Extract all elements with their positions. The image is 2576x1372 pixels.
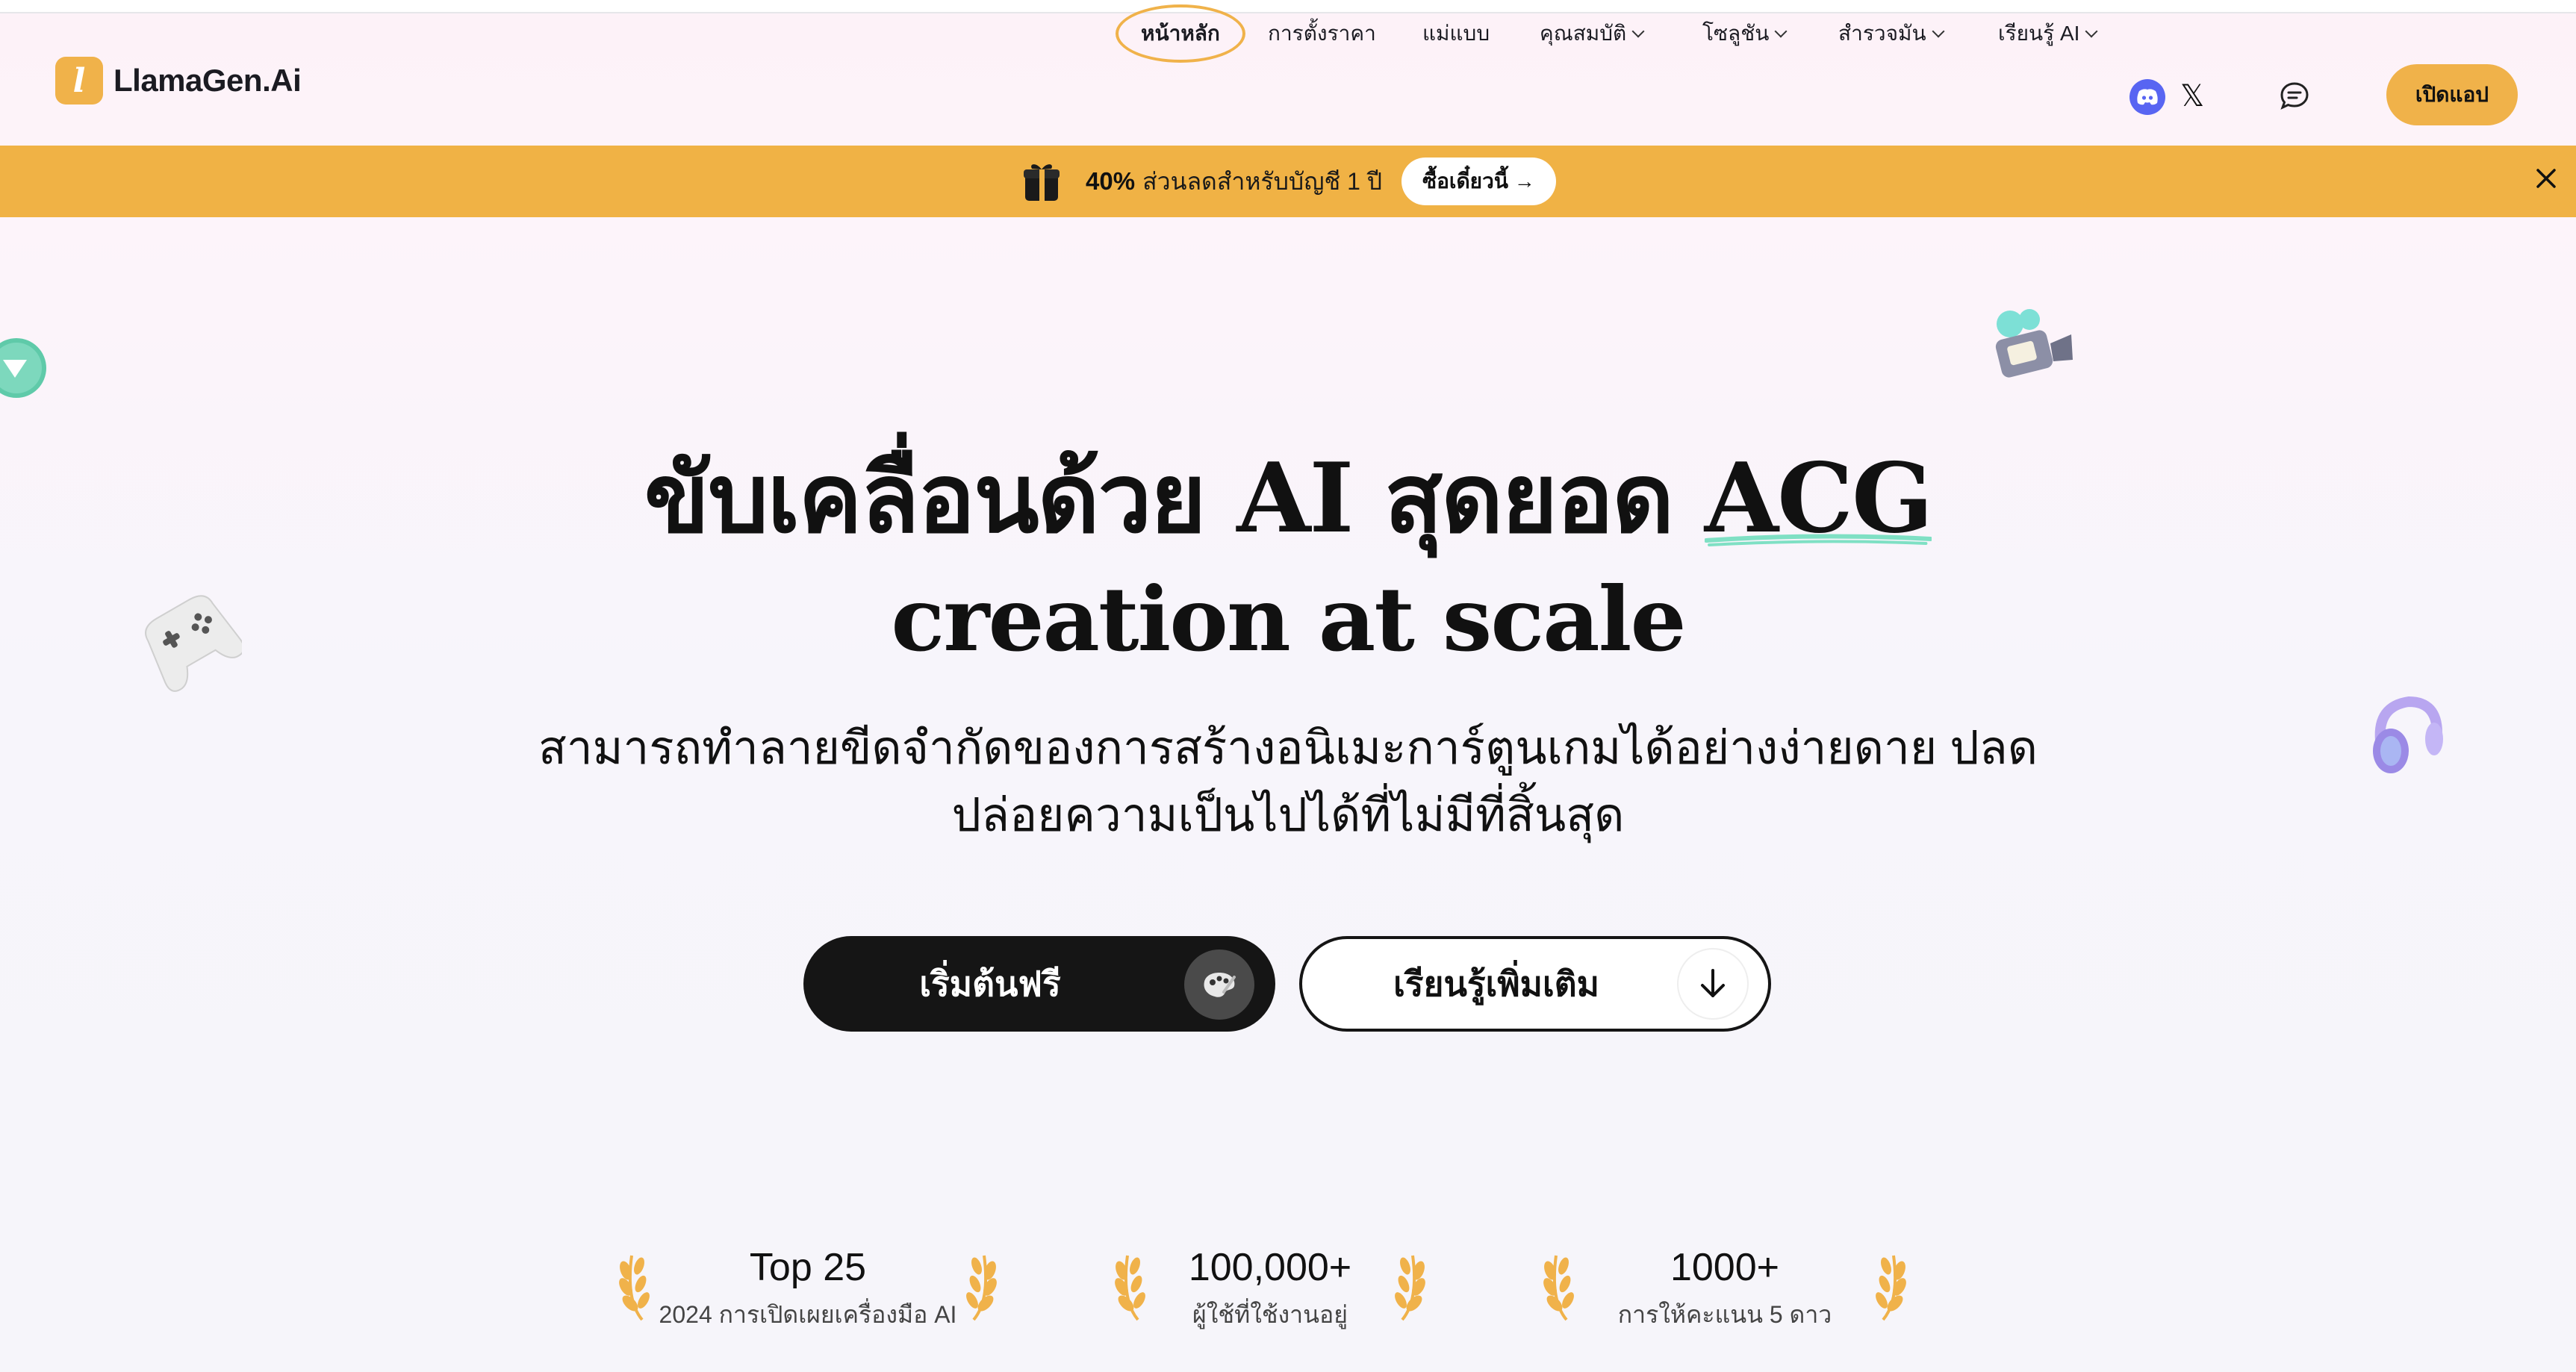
palette-icon	[1184, 950, 1254, 1020]
chevron-down-icon	[2085, 25, 2098, 38]
laurel-right-icon	[1395, 1255, 1425, 1321]
discount-percent: 40%	[1086, 167, 1136, 195]
highlight-underline	[1704, 534, 1932, 546]
nav-templates[interactable]: แม่แบบ	[1422, 15, 1490, 52]
stat-label: ผู้ใช้ที่ใช้งานอยู่	[1192, 1301, 1348, 1328]
play-bubble-icon	[0, 338, 46, 398]
stat-label: การให้คะแนน 5 ดาว	[1617, 1301, 1832, 1328]
stat-value: 1000+	[1670, 1246, 1780, 1289]
start-free-label: เริ่มต้นฟรี	[919, 964, 1061, 1003]
gift-icon	[1024, 164, 1060, 201]
start-free-button[interactable]: เริ่มต้นฟรี	[803, 936, 1275, 1032]
site-header: l LlamaGen.Ai หน้าหลัก การตั้งราคา แม่แบ…	[0, 4, 2576, 146]
laurel-right-icon	[966, 1255, 997, 1321]
x-twitter-icon[interactable]: 𝕏	[2180, 78, 2210, 115]
open-app-button[interactable]: เปิดแอป	[2386, 64, 2518, 125]
stat-active-users: 100,000+ ผู้ใช้ที่ใช้งานอยู่	[1110, 1236, 1431, 1333]
arrow-down-icon	[1679, 950, 1747, 1018]
hero-subtitle-line1: สามารถทำลายขีดจำกัดของการสร้างอนิเมะการ์…	[538, 723, 2038, 774]
hero-title-highlight: ACG	[1704, 439, 1933, 558]
stat-value: 100,000+	[1188, 1246, 1352, 1289]
nav-features[interactable]: คุณสมบัติ	[1540, 15, 1645, 52]
chevron-down-icon	[1932, 25, 1945, 38]
learn-more-button[interactable]: เรียนรู้เพิ่มเติม	[1299, 936, 1771, 1032]
hero-title-main: ขับเคลื่อนด้วย AI สุดยอด	[644, 443, 1674, 555]
hero-subtitle: สามารถทำลายขีดจำกัดของการสร้างอนิเมะการ์…	[523, 715, 2053, 849]
promo-banner: 40% ส่วนลดสำหรับบัญชี 1 ปี ซื้อเดี๋ยวนี้…	[0, 146, 2576, 217]
nav-pricing[interactable]: การตั้งราคา	[1268, 15, 1376, 52]
nav-explore-label: สำรวจมัน	[1838, 22, 1926, 45]
buy-now-button[interactable]: ซื้อเดี๋ยวนี้ →	[1401, 158, 1556, 205]
chevron-down-icon	[1631, 25, 1645, 38]
laurel-right-icon	[1876, 1255, 1906, 1321]
discord-icon[interactable]	[2129, 79, 2165, 115]
stat-five-star: 1000+ การให้คะแนน 5 ดาว	[1538, 1236, 1911, 1333]
chevron-down-icon	[1774, 25, 1788, 38]
nav-learn-ai-label: เรียนรู้ AI	[1998, 22, 2080, 45]
nav-solutions[interactable]: โซลูชัน	[1702, 15, 1788, 52]
nav-learn-ai[interactable]: เรียนรู้ AI	[1998, 15, 2098, 52]
stat-label: 2024 การเปิดเผยเครื่องมือ AI	[659, 1301, 957, 1328]
nav-features-label: คุณสมบัติ	[1540, 22, 1627, 45]
brand-logo[interactable]: l LlamaGen.Ai	[55, 55, 302, 106]
logo-icon: l	[55, 57, 103, 105]
close-icon[interactable]	[2528, 160, 2564, 196]
hero-title-line2: creation at scale	[891, 567, 1686, 671]
stat-top25: Top 25 2024 การเปิดเผยเครื่องมือ AI	[614, 1236, 1002, 1333]
chat-icon[interactable]	[2277, 79, 2312, 113]
browser-top-edge	[0, 0, 2576, 13]
nav-home[interactable]: หน้าหลัก	[1116, 4, 1245, 63]
brand-name: LlamaGen.Ai	[113, 63, 302, 98]
discount-text: ส่วนลดสำหรับบัญชี 1 ปี	[1142, 167, 1383, 195]
headphones-icon	[2373, 696, 2443, 773]
learn-more-label: เรียนรู้เพิ่มเติม	[1393, 964, 1599, 1003]
stat-value: Top 25	[749, 1246, 867, 1289]
video-camera-icon	[1995, 309, 2073, 378]
hero-subtitle-line2: ปล่อยความเป็นไปได้ที่ไม่มีที่สิ้นสุด	[951, 790, 1625, 841]
nav-solutions-label: โซลูชัน	[1702, 22, 1770, 45]
hero-title: ขับเคลื่อนด้วย AI สุดยอด ACG	[0, 439, 2576, 558]
nav-explore[interactable]: สำรวจมัน	[1838, 15, 1945, 52]
